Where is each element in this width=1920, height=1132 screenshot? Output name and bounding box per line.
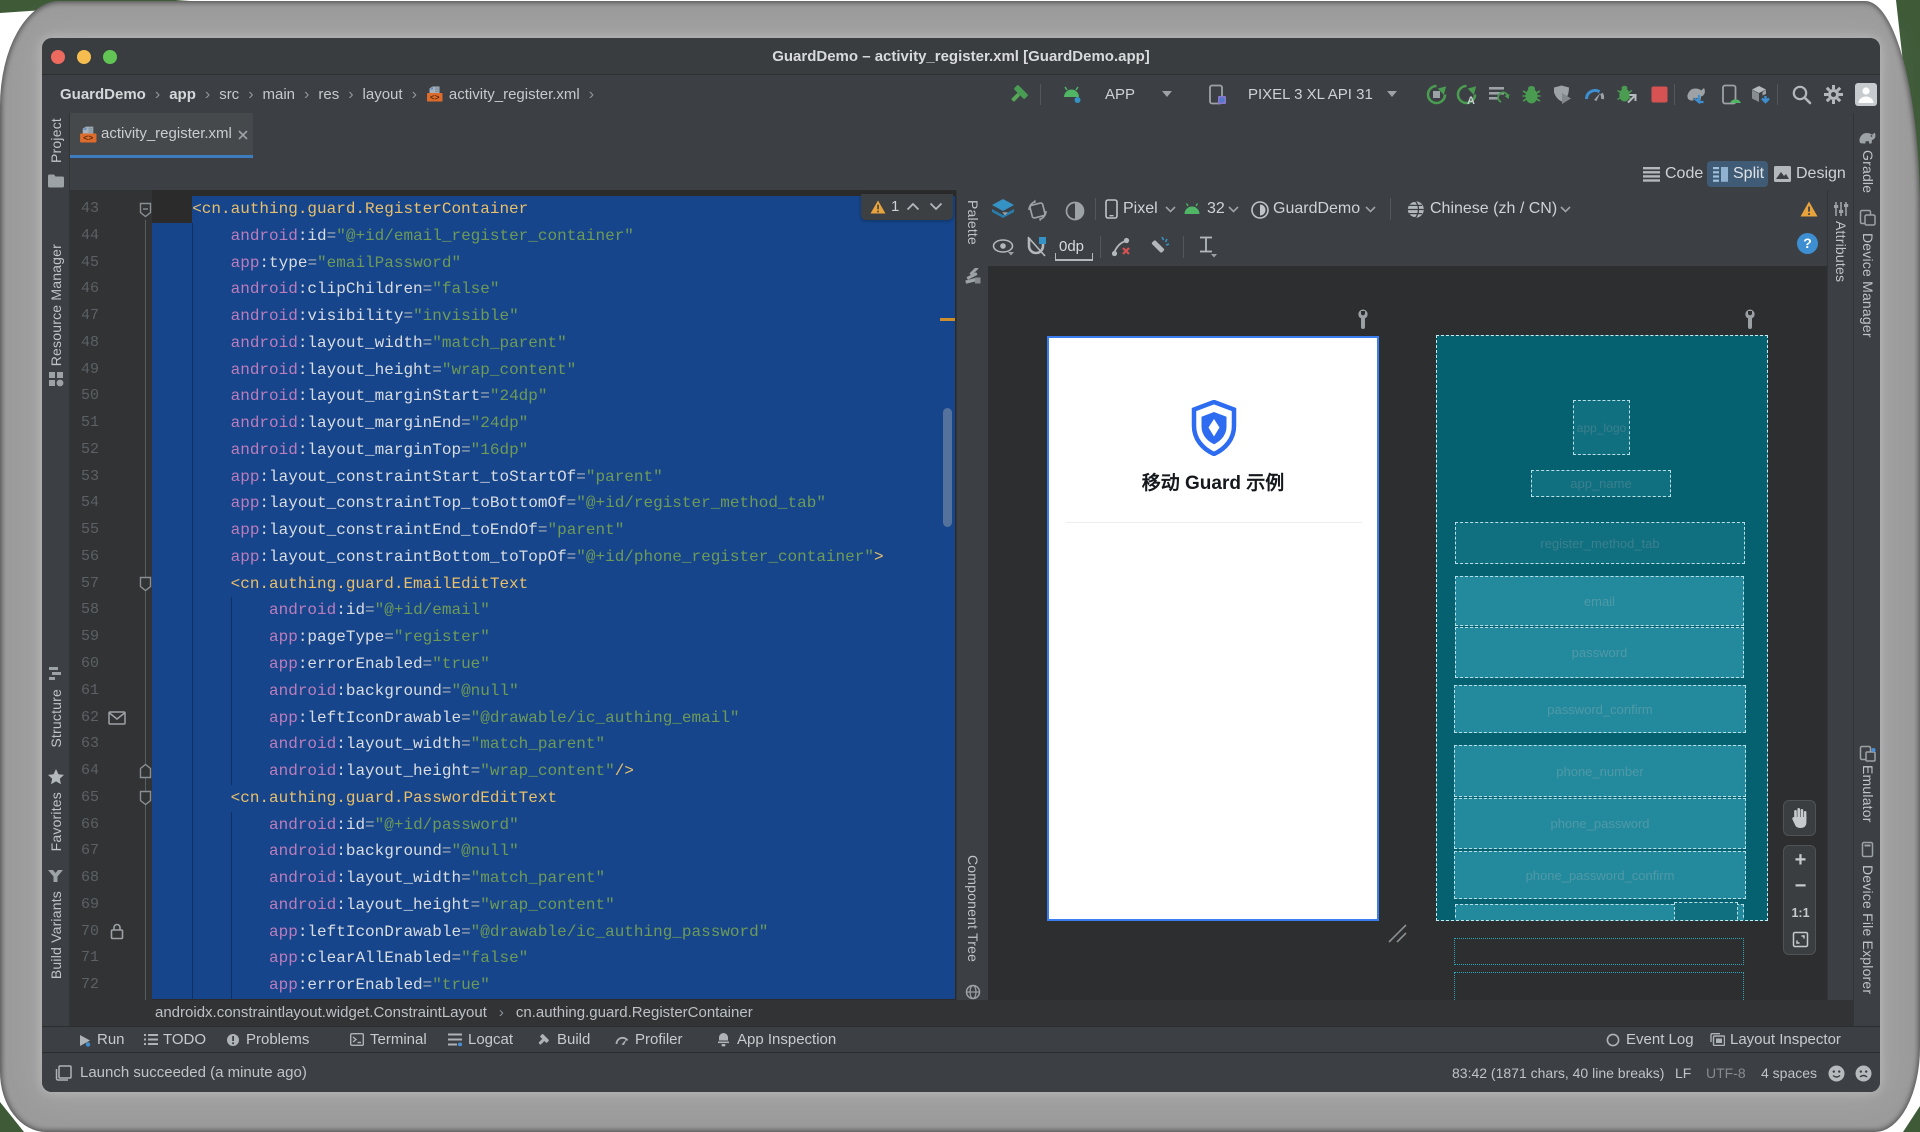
svg-text:A: A	[1467, 95, 1475, 106]
svg-text:<>: <>	[430, 93, 440, 102]
svg-text:<>: <>	[83, 133, 93, 143]
